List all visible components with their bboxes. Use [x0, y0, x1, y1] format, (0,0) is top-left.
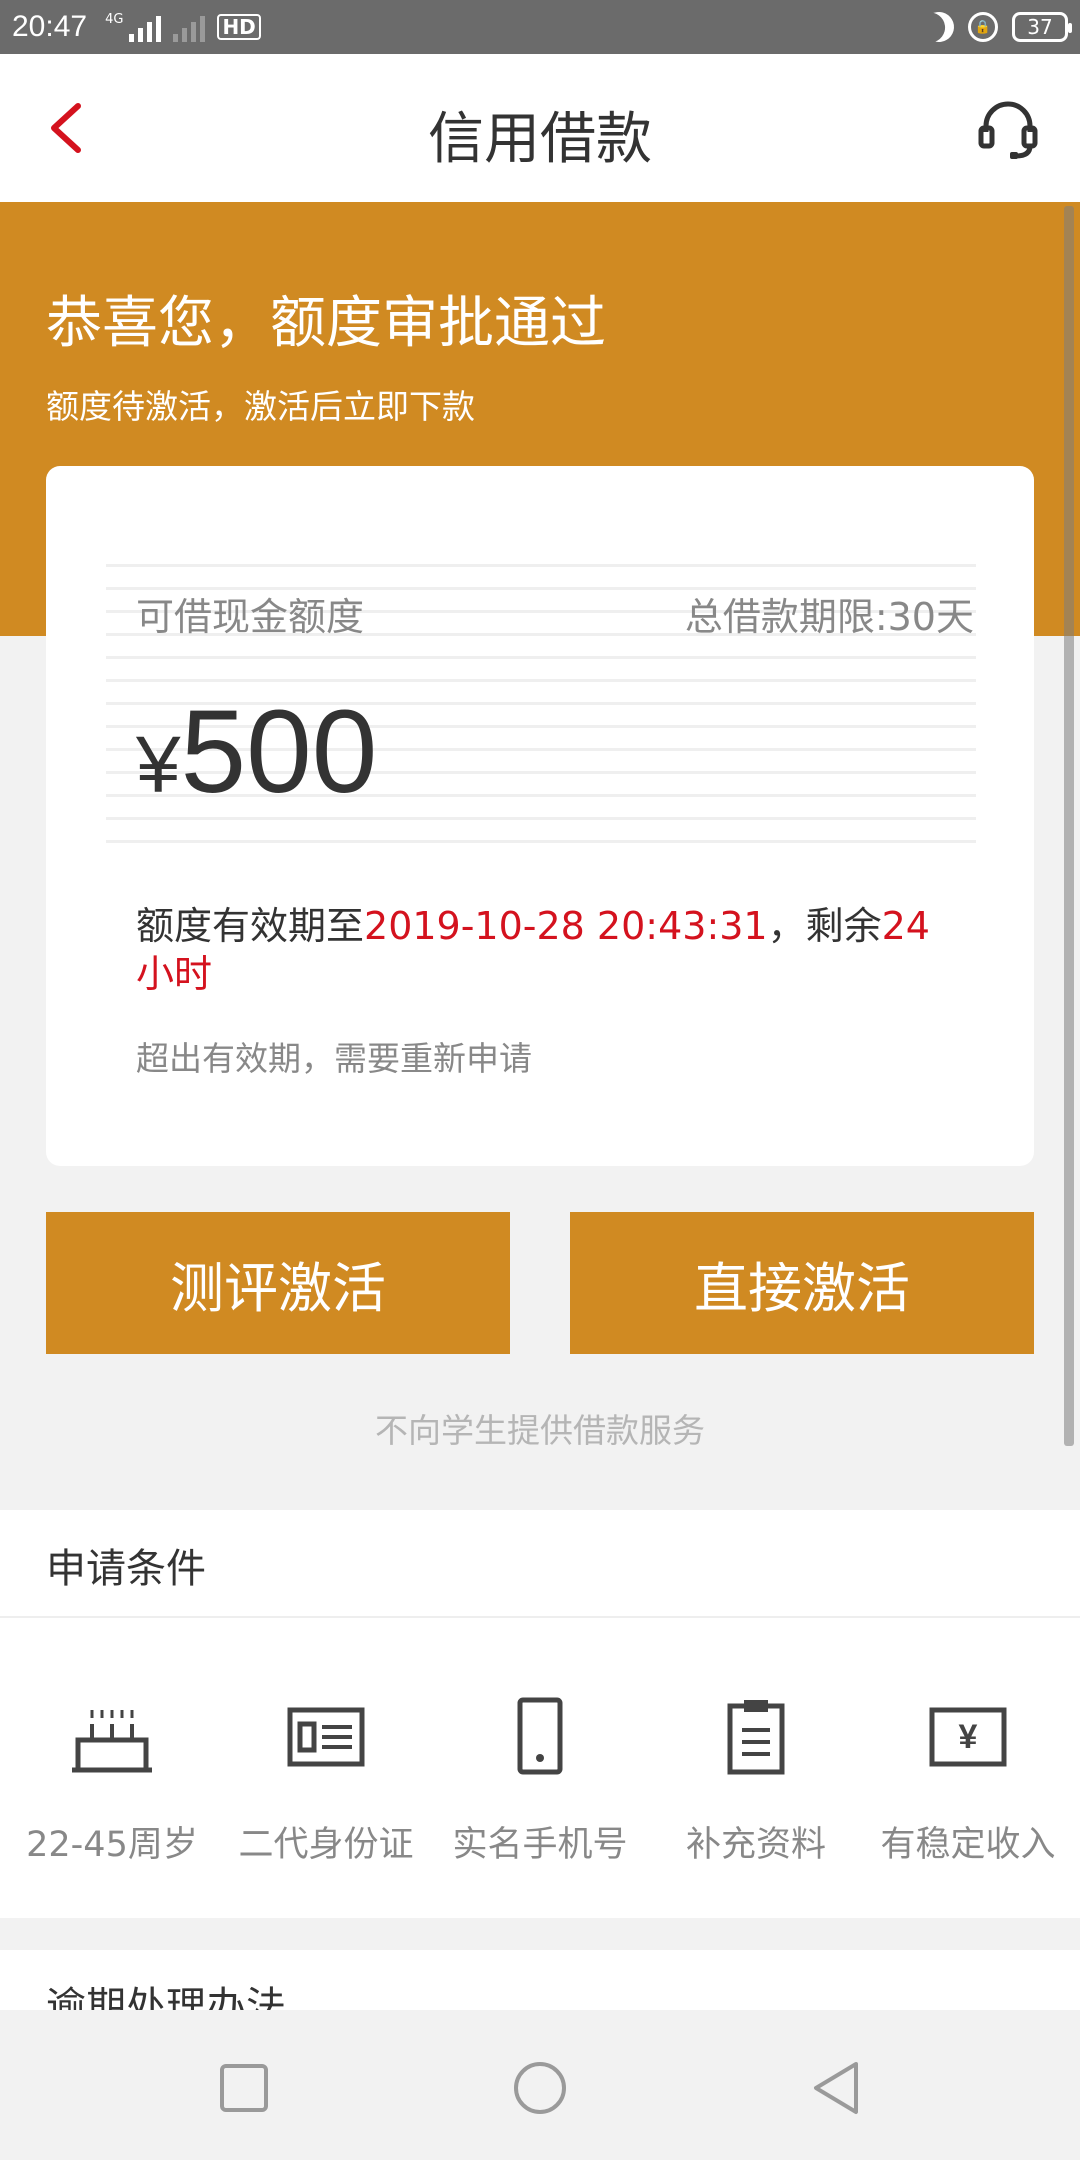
condition-label: 二代身份证 [238, 1825, 414, 1865]
validity-prefix: 额度有效期至 [136, 904, 365, 948]
phone-icon [517, 1697, 563, 1775]
battery-icon: 37 [1012, 12, 1072, 42]
home-icon[interactable] [512, 2060, 568, 2116]
hd-icon: HD [217, 14, 261, 40]
credit-card: 可借现金额度 总借款期限:30天 ¥500 额度有效期至2019-10-28 2… [46, 466, 1034, 1166]
cake-icon [72, 1710, 152, 1773]
nav-bar: 信用借款 [0, 54, 1080, 202]
validity-mid: ，剩余 [767, 904, 882, 948]
system-nav-bar [0, 2016, 1080, 2160]
condition-label: 补充资料 [685, 1825, 826, 1865]
signal-icon: 4G [105, 12, 206, 42]
overdue-section[interactable]: 逾期处理办法 [0, 1950, 1080, 2010]
condition-item-income: ¥ 有稳定收入 [860, 1694, 1076, 1867]
conditions-title: 申请条件 [46, 1546, 206, 1592]
clipboard-icon [727, 1700, 785, 1775]
amount-value: 500 [180, 686, 378, 818]
student-disclaimer: 不向学生提供借款服务 [375, 1411, 705, 1450]
network-label: 4G [105, 12, 124, 27]
condition-item-docs: 补充资料 [648, 1694, 864, 1867]
condition-label: 实名手机号 [452, 1825, 628, 1865]
condition-label: 22-45周岁 [26, 1825, 198, 1865]
status-time: 20:47 [12, 10, 88, 43]
headset-icon[interactable] [976, 98, 1040, 162]
condition-item-phone: 实名手机号 [432, 1694, 648, 1867]
recent-apps-icon[interactable] [216, 2060, 272, 2116]
status-bar: 20:47 4G HD 🔒 37 [0, 0, 1080, 54]
validity-text: 额度有效期至2019-10-28 20:43:31，剩余24小时 [136, 902, 956, 998]
page-title: 信用借款 [428, 107, 652, 172]
credit-amount: ¥500 [136, 684, 377, 820]
id-card-icon [287, 1707, 365, 1767]
income-icon: ¥ [929, 1707, 1007, 1767]
currency-symbol: ¥ [136, 720, 181, 809]
conditions-section: 申请条件 22-45周岁 二代身份证 实名手机号 补充资料 ¥ 有稳定收入 [0, 1510, 1080, 1918]
condition-item-age: 22-45周岁 [4, 1694, 220, 1867]
direct-activate-button[interactable]: 直接激活 [570, 1212, 1034, 1354]
back-triangle-icon[interactable] [808, 2060, 864, 2116]
overdue-title: 逾期处理办法 [46, 1984, 286, 2010]
validity-note: 超出有效期，需要重新申请 [136, 1039, 532, 1078]
battery-level: 37 [1027, 15, 1053, 39]
approval-title: 恭喜您，额度审批通过 [46, 291, 606, 356]
scrollbar[interactable] [1064, 206, 1074, 1446]
moon-icon [919, 7, 960, 48]
approval-subtitle: 额度待激活，激活后立即下款 [46, 387, 475, 426]
divider [0, 1616, 1080, 1618]
evaluate-activate-button[interactable]: 测评激活 [46, 1212, 510, 1354]
loan-term: 总借款期限:30天 [684, 595, 974, 639]
condition-item-id: 二代身份证 [218, 1694, 434, 1867]
validity-date: 2019-10-28 20:43:31 [364, 904, 768, 948]
condition-label: 有稳定收入 [880, 1825, 1056, 1865]
credit-label: 可借现金额度 [136, 595, 365, 639]
svg-text:¥: ¥ [959, 1718, 978, 1756]
rotation-lock-icon: 🔒 [968, 12, 998, 42]
